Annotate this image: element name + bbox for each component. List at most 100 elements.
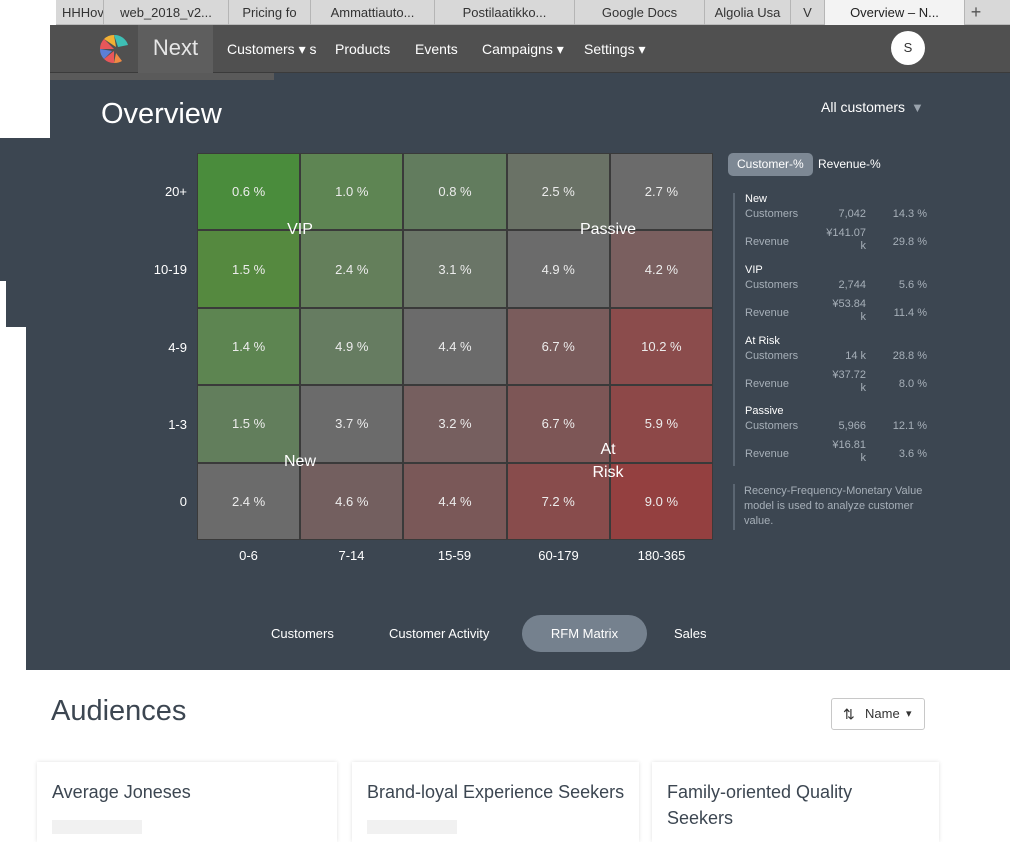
stats-value-unit: k bbox=[860, 382, 867, 394]
nav-products[interactable]: Products bbox=[335, 25, 390, 73]
tab-customers[interactable]: Customers bbox=[271, 615, 334, 652]
stats-row-revenue: Revenue ¥16.81 k 3.6 % bbox=[745, 439, 935, 465]
rfm-cell[interactable]: 4.6 % bbox=[300, 462, 404, 540]
browser-tab[interactable]: Postilaatikko... bbox=[435, 0, 575, 25]
stats-row-revenue: Revenue ¥37.72 k 8.0 % bbox=[745, 369, 935, 394]
audience-card[interactable]: Average Joneses bbox=[37, 762, 337, 842]
stats-value: 14 k bbox=[845, 350, 866, 362]
stats-value-amount: ¥16.81 bbox=[832, 439, 866, 451]
audience-card-title: Family-oriented Quality Seekers bbox=[667, 782, 853, 828]
stats-label: Customers bbox=[745, 279, 799, 291]
rfm-cell[interactable]: 0.8 % bbox=[403, 153, 507, 231]
panel-notch bbox=[0, 73, 50, 138]
browser-tab[interactable]: V bbox=[791, 0, 825, 25]
stats-row-customers: Customers 5,966 12.1 % bbox=[745, 417, 935, 439]
browser-tab[interactable]: Google Docs bbox=[575, 0, 705, 25]
recency-label: 15-59 bbox=[437, 548, 472, 563]
customer-percent-toggle[interactable]: Customer-% bbox=[728, 153, 813, 176]
tab-sales[interactable]: Sales bbox=[674, 615, 707, 652]
segment-label-new: New bbox=[283, 453, 316, 470]
stats-value: ¥53.84 k bbox=[816, 298, 866, 324]
stats-group-passive: Passive Customers 5,966 12.1 % Revenue ¥… bbox=[745, 405, 935, 465]
stats-value: 7,042 bbox=[838, 208, 866, 220]
frequency-label: 10-19 bbox=[153, 262, 187, 277]
stats-row-revenue: Revenue ¥141.07 k 29.8 % bbox=[745, 227, 935, 253]
rfm-model-note: Recency-Frequency-Monetary Value model i… bbox=[733, 484, 923, 530]
nav-shadow bbox=[50, 73, 274, 80]
rfm-cell[interactable]: 4.4 % bbox=[403, 462, 507, 540]
rfm-cell[interactable]: 2.4 % bbox=[300, 230, 404, 308]
brand-name[interactable]: Next bbox=[138, 25, 213, 80]
segment-label-at-risk: At Risk bbox=[578, 438, 638, 484]
rfm-cell[interactable]: 4.4 % bbox=[403, 307, 507, 386]
stats-group-vip: VIP Customers 2,744 5.6 % Revenue ¥53.84… bbox=[745, 264, 935, 324]
stats-group-title: VIP bbox=[745, 264, 763, 276]
stats-row-customers: Customers 2,744 5.6 % bbox=[745, 276, 935, 298]
stats-group-new: New Customers 7,042 14.3 % Revenue ¥141.… bbox=[745, 193, 935, 253]
user-avatar[interactable]: S bbox=[891, 31, 925, 65]
rfm-cell[interactable]: 1.5 % bbox=[197, 230, 301, 308]
stats-value: ¥141.07 k bbox=[816, 227, 866, 253]
stats-percent: 14.3 % bbox=[892, 208, 927, 220]
rfm-cell[interactable]: 4.9 % bbox=[506, 230, 610, 308]
browser-tab[interactable]: Pricing fo bbox=[229, 0, 311, 25]
stats-label: Revenue bbox=[745, 448, 790, 460]
rfm-cell[interactable]: 3.1 % bbox=[403, 230, 507, 308]
recency-label: 7-14 bbox=[338, 548, 365, 563]
rfm-cell[interactable]: 4.2 % bbox=[609, 230, 713, 308]
stats-group-at-risk: At Risk Customers 14 k 28.8 % Revenue ¥3… bbox=[745, 335, 935, 394]
frequency-label: 1-3 bbox=[168, 417, 187, 432]
recency-label: 180-365 bbox=[637, 548, 686, 563]
rfm-cell[interactable]: 10.2 % bbox=[609, 307, 713, 386]
stats-value-amount: ¥141.07 bbox=[826, 227, 866, 239]
audience-card-chip bbox=[52, 820, 142, 834]
browser-tab-active[interactable]: Overview – N... bbox=[825, 0, 965, 25]
stats-label: Customers bbox=[745, 420, 799, 432]
stats-percent: 8.0 % bbox=[898, 378, 927, 390]
frequency-label: 20+ bbox=[164, 184, 187, 199]
stats-value-amount: ¥53.84 bbox=[832, 298, 866, 310]
nav-events[interactable]: Events bbox=[415, 25, 458, 73]
stats-row-customers: Customers 14 k 28.8 % bbox=[745, 347, 935, 369]
revenue-percent-toggle[interactable]: Revenue-% bbox=[809, 153, 890, 176]
nav-settings[interactable]: Settings ▾ bbox=[584, 25, 646, 73]
browser-tab[interactable]: web_2018_v2... bbox=[104, 0, 229, 25]
stats-group-title: New bbox=[745, 193, 768, 205]
page-title: Overview bbox=[101, 98, 222, 130]
app-logo-icon[interactable] bbox=[98, 33, 130, 65]
stats-value: ¥16.81 k bbox=[816, 439, 866, 465]
rfm-cell[interactable]: 6.7 % bbox=[506, 307, 610, 386]
browser-tab[interactable]: Algolia Usa bbox=[705, 0, 791, 25]
browser-tab[interactable]: HHHov bbox=[56, 0, 104, 25]
audience-card-title: Average Joneses bbox=[52, 782, 191, 802]
browser-tab[interactable]: Ammattiauto... bbox=[311, 0, 435, 25]
audience-card[interactable]: Family-oriented Quality Seekers bbox=[652, 762, 939, 842]
nav-customers[interactable]: Customers ▾ s bbox=[227, 25, 317, 73]
top-navigation: Next Customers ▾ s Products Events Campa… bbox=[50, 25, 1010, 80]
nav-campaigns[interactable]: Campaigns ▾ bbox=[482, 25, 564, 73]
panel-edge bbox=[0, 138, 26, 281]
tab-rfm-matrix[interactable]: RFM Matrix bbox=[522, 615, 647, 652]
segment-stats: New Customers 7,042 14.3 % Revenue ¥141.… bbox=[733, 193, 933, 466]
rfm-cell[interactable]: 4.9 % bbox=[300, 307, 404, 386]
rfm-cell[interactable]: 1.4 % bbox=[197, 307, 301, 386]
rfm-cell[interactable]: 3.2 % bbox=[403, 385, 507, 463]
tab-customer-activity[interactable]: Customer Activity bbox=[389, 615, 489, 652]
stats-label: Customers bbox=[745, 350, 799, 362]
audience-card[interactable]: Brand-loyal Experience Seekers bbox=[352, 762, 639, 842]
stats-group-title: At Risk bbox=[745, 335, 780, 347]
segment-label-passive: Passive bbox=[579, 221, 637, 238]
new-tab-icon[interactable]: + bbox=[965, 0, 987, 24]
stats-label: Revenue bbox=[745, 236, 790, 248]
stats-value: 2,744 bbox=[838, 279, 866, 291]
segment-label-vip: VIP bbox=[287, 221, 313, 238]
recency-label: 0-6 bbox=[239, 548, 258, 563]
panel-edge bbox=[6, 281, 26, 327]
frequency-label: 0 bbox=[179, 494, 187, 509]
customer-filter-dropdown[interactable]: All customers ▼ bbox=[821, 99, 924, 115]
rfm-cell[interactable]: 2.4 % bbox=[197, 462, 301, 540]
segment-label-at-risk-line1: At bbox=[600, 441, 616, 458]
sort-by-name-button[interactable]: ⇅ Name ▾ bbox=[831, 698, 925, 730]
caret-down-icon: ▼ bbox=[911, 100, 924, 115]
customer-filter-label: All customers bbox=[821, 99, 906, 115]
